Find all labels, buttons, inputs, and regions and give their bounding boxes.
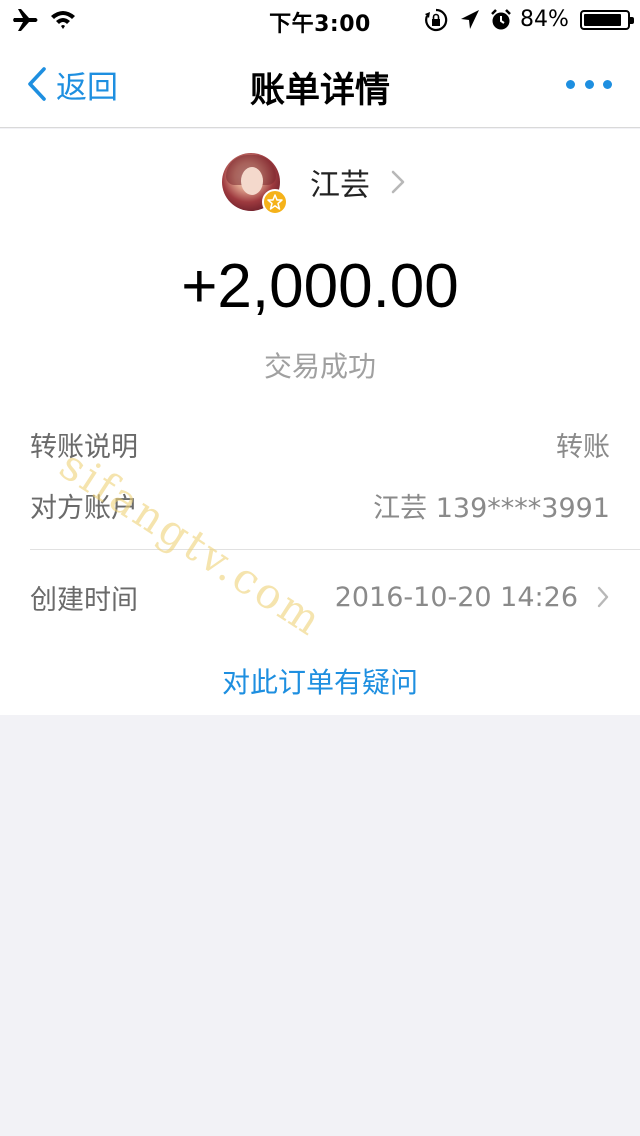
note-row: 转账说明 转账 — [30, 424, 610, 464]
account-value: 江芸 139****3991 — [373, 492, 610, 524]
bill-detail-card: 江芸 +2,000.00 交易成功 转账说明 转账 对方账户 江芸 139***… — [0, 129, 640, 715]
location-icon — [461, 10, 479, 29]
screen: 下午3:00 84% 返回 账单详情 江芸 +2,000.00 交易成功 转账说… — [0, 0, 640, 1136]
divider — [30, 549, 640, 550]
battery-percent: 84% — [520, 7, 569, 32]
transaction-amount: +2,000.00 — [181, 252, 459, 321]
battery-icon — [580, 10, 634, 30]
time-value-wrap: 2016-10-20 14:26 — [335, 582, 610, 613]
nav-bar: 返回 账单详情 — [0, 40, 640, 128]
chevron-right-icon — [391, 170, 405, 194]
note-value: 转账 — [556, 431, 610, 463]
more-dot — [566, 79, 575, 89]
time-value: 2016-10-20 14:26 — [334, 581, 578, 613]
orientation-lock-icon — [425, 8, 448, 32]
avatar-face — [241, 167, 263, 195]
payee-name: 江芸 — [310, 168, 370, 203]
note-label: 转账说明 — [30, 431, 138, 463]
payee-row[interactable]: 江芸 — [222, 151, 406, 215]
star-icon-glyph — [267, 194, 283, 210]
time-row[interactable]: 创建时间 2016-10-20 14:26 — [30, 577, 610, 617]
more-dot — [603, 79, 612, 89]
account-row: 对方账户 江芸 139****3991 — [30, 485, 610, 525]
star-icon — [262, 189, 288, 215]
status-bar: 下午3:00 84% — [0, 0, 640, 40]
account-label: 对方账户 — [30, 492, 138, 524]
time-label: 创建时间 — [30, 584, 138, 616]
transaction-status: 交易成功 — [263, 350, 376, 383]
battery-fill — [584, 14, 621, 26]
order-question-link[interactable]: 对此订单有疑问 — [0, 661, 640, 701]
avatar — [222, 153, 288, 215]
battery-nub — [630, 17, 634, 24]
chevron-right-icon — [597, 586, 609, 608]
page-title: 账单详情 — [249, 71, 390, 111]
alarm-icon — [491, 9, 511, 30]
more-dots-icon[interactable] — [566, 72, 612, 96]
more-dot — [584, 79, 594, 89]
